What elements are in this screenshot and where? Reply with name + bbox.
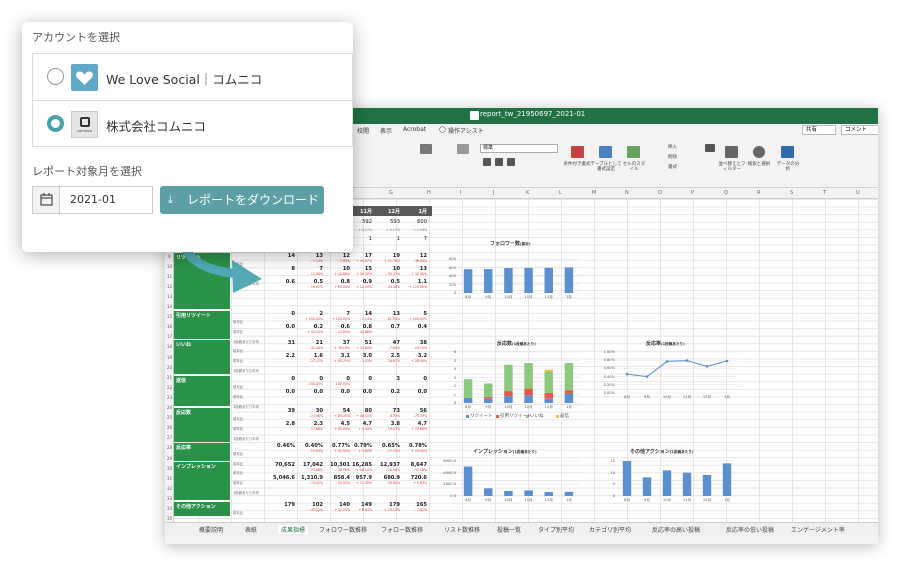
marketing-illustration: report_tw_21950697_2021-01 校閲 表示 Acrobat… xyxy=(0,0,900,563)
heart-glyph xyxy=(76,71,93,85)
month-input[interactable]: 2021-01 xyxy=(32,186,153,214)
download-label: レポートをダウンロード xyxy=(187,193,320,207)
radio-button[interactable] xyxy=(47,68,64,85)
calendar-icon[interactable] xyxy=(33,187,60,213)
logo-mark xyxy=(80,117,90,127)
logo-text: comnico xyxy=(77,129,92,133)
download-report-button[interactable]: ⤓ レポートをダウンロード xyxy=(160,186,324,214)
month-value: 2021-01 xyxy=(70,193,116,206)
arrow-head xyxy=(232,260,262,293)
heart-icon xyxy=(71,64,98,91)
account-heading: アカウントを選択 xyxy=(32,31,120,44)
account-option[interactable]: comnico 株式会社コムニコ xyxy=(32,100,353,147)
calendar-glyph xyxy=(40,193,53,206)
company-logo-icon: comnico xyxy=(71,111,98,138)
radio-button-selected[interactable] xyxy=(47,115,64,132)
month-heading: レポート対象月を選択 xyxy=(32,165,142,178)
report-download-panel: アカウントを選択 We Love Social｜コムニコ comnico 株式会… xyxy=(22,22,353,252)
account-name: We Love Social｜コムニコ xyxy=(106,72,263,87)
download-icon: ⤓ xyxy=(168,193,173,206)
account-option[interactable]: We Love Social｜コムニコ xyxy=(32,53,353,100)
account-name: 株式会社コムニコ xyxy=(106,119,207,134)
